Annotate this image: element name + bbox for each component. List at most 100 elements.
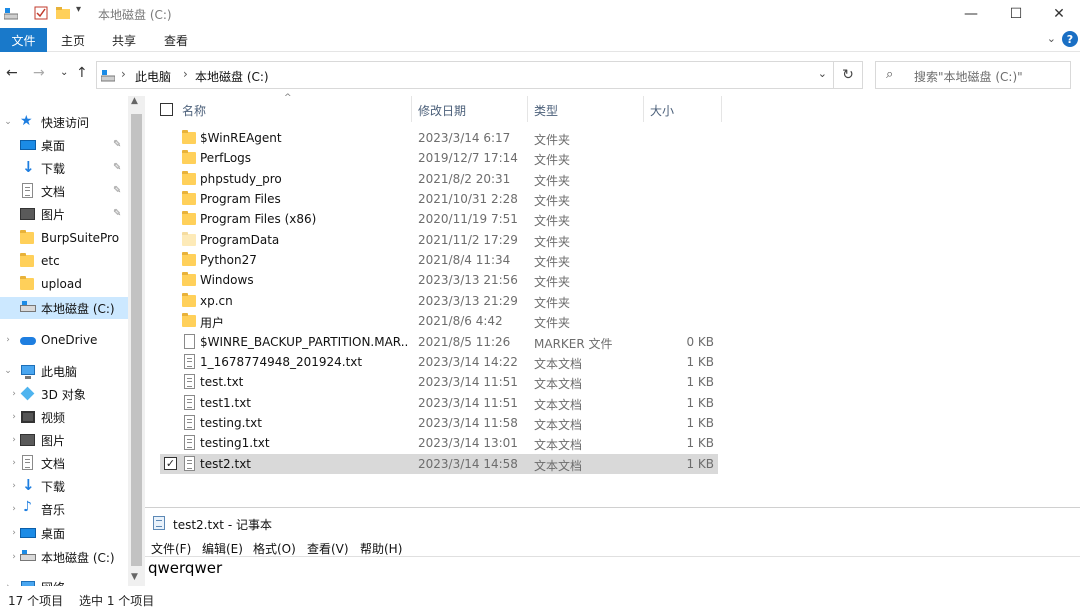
nav-qa-desktop[interactable]: 桌面 <box>0 134 128 156</box>
scroll-up-icon[interactable]: ▲ <box>131 96 138 106</box>
nav-pc-local-disk[interactable]: › 本地磁盘 (C:) <box>0 546 128 568</box>
nav-qa-upload[interactable]: upload <box>0 273 128 295</box>
maximize-button[interactable]: ☐ <box>993 0 1039 28</box>
expand-ribbon-icon[interactable]: ⌄ <box>1047 32 1056 45</box>
scroll-down-icon[interactable]: ▼ <box>131 572 138 582</box>
column-divider[interactable] <box>721 96 722 122</box>
scrollbar-thumb[interactable] <box>131 114 142 566</box>
close-button[interactable]: ✕ <box>1036 0 1080 28</box>
forward-arrow-icon[interactable]: → <box>33 65 45 81</box>
ribbon-tabs: 文件 主页 共享 查看 ⌄ ? <box>0 28 1080 52</box>
column-divider[interactable] <box>527 96 528 122</box>
nav-qa-local-disk[interactable]: 本地磁盘 (C:) <box>0 297 128 319</box>
file-row[interactable]: testing1.txt 2023/3/14 13:01 文本文档 1 KB <box>160 433 718 453</box>
file-row[interactable]: $WinREAgent 2023/3/14 6:17 文件夹 <box>160 128 718 148</box>
tab-file[interactable]: 文件 <box>0 28 47 52</box>
expand-icon[interactable]: › <box>2 335 14 345</box>
menu-format[interactable]: 格式(O) <box>253 540 296 557</box>
address-dropdown-icon[interactable]: ⌄ <box>818 67 827 80</box>
file-row[interactable]: Windows 2023/3/13 21:56 文件夹 <box>160 270 718 290</box>
expand-icon[interactable]: › <box>2 582 14 586</box>
breadcrumb-this-pc[interactable]: 此电脑 <box>135 68 171 85</box>
column-name[interactable]: 名称 <box>182 102 206 119</box>
file-row[interactable]: test.txt 2023/3/14 11:51 文本文档 1 KB <box>160 372 718 392</box>
notepad-text-area[interactable]: qwerqwer <box>145 556 1080 607</box>
nav-pc-documents[interactable]: › 文档 <box>0 452 128 474</box>
tab-home[interactable]: 主页 <box>61 32 85 49</box>
file-row[interactable]: 用户 2021/8/6 4:42 文件夹 <box>160 311 718 331</box>
nav-qa-pictures[interactable]: 图片 <box>0 203 128 225</box>
nav-onedrive[interactable]: › OneDrive <box>0 329 128 351</box>
column-divider[interactable] <box>411 96 412 122</box>
nav-qa-burpsuitepro[interactable]: BurpSuitePro <box>0 227 128 249</box>
collapse-icon[interactable]: ⌄ <box>2 366 14 376</box>
row-checkbox[interactable]: ✓ <box>164 456 177 470</box>
address-bar[interactable]: › 此电脑 › 本地磁盘 (C:) ⌄ <box>96 61 834 89</box>
nav-label: 快速访问 <box>41 115 90 130</box>
nav-quick-access[interactable]: ⌄ ★ 快速访问 <box>0 111 128 133</box>
file-row[interactable]: phpstudy_pro 2021/8/2 20:31 文件夹 <box>160 169 718 189</box>
nav-pc-downloads[interactable]: › ↓ 下载 <box>0 475 128 497</box>
file-row[interactable]: ✓ test2.txt 2023/3/14 14:58 文本文档 1 KB <box>160 453 718 474</box>
file-row[interactable]: test1.txt 2023/3/14 11:51 文本文档 1 KB <box>160 393 718 413</box>
expand-icon[interactable]: › <box>8 435 20 445</box>
help-icon[interactable]: ? <box>1062 31 1078 47</box>
file-row[interactable]: 1_1678774948_201924.txt 2023/3/14 14:22 文本… <box>160 352 718 372</box>
breadcrumb-separator[interactable]: › <box>183 67 188 81</box>
expand-icon[interactable]: › <box>8 552 20 562</box>
collapse-icon[interactable]: ⌄ <box>2 117 14 127</box>
nav-pc-desktop[interactable]: › 桌面 <box>0 522 128 544</box>
nav-network[interactable]: › 网络 <box>0 576 128 586</box>
file-size: 1 KB <box>686 436 714 451</box>
search-box[interactable]: ⌕ 搜索"本地磁盘 (C:)" <box>875 61 1071 89</box>
properties-icon[interactable] <box>34 6 48 23</box>
minimize-button[interactable]: — <box>948 0 994 28</box>
nav-pc-videos[interactable]: › 视频 <box>0 406 128 428</box>
customize-qa-icon[interactable]: ▾ <box>76 4 81 15</box>
file-row[interactable]: PerfLogs 2019/12/7 17:14 文件夹 <box>160 148 718 168</box>
nav-this-pc[interactable]: ⌄ 此电脑 <box>0 360 128 382</box>
folder-icon <box>20 253 36 269</box>
up-arrow-icon[interactable]: ↑ <box>76 65 88 81</box>
back-arrow-icon[interactable]: ← <box>6 65 18 81</box>
expand-icon[interactable]: › <box>8 458 20 468</box>
select-all-checkbox[interactable] <box>160 103 173 116</box>
menu-view[interactable]: 查看(V) <box>307 540 349 557</box>
menu-file[interactable]: 文件(F) <box>151 540 191 557</box>
file-row[interactable]: ProgramData 2021/11/2 17:29 文件夹 <box>160 230 718 250</box>
column-divider[interactable] <box>643 96 644 122</box>
breadcrumb-separator[interactable]: › <box>121 67 126 81</box>
menu-edit[interactable]: 编辑(E) <box>202 540 243 557</box>
new-folder-icon[interactable] <box>56 6 70 23</box>
nav-qa-downloads[interactable]: ↓ 下载 <box>0 157 128 179</box>
expand-icon[interactable]: › <box>8 528 20 538</box>
expand-icon[interactable]: › <box>8 481 20 491</box>
file-row[interactable]: Program Files 2021/10/31 2:28 文件夹 <box>160 189 718 209</box>
file-type: 文本文档 <box>534 356 583 371</box>
tab-share[interactable]: 共享 <box>112 32 136 49</box>
column-date[interactable]: 修改日期 <box>418 102 466 119</box>
nav-qa-documents[interactable]: 文档 <box>0 180 128 202</box>
file-row[interactable]: $WINRE_BACKUP_PARTITION.MAR... 2021/8/5 1… <box>160 332 718 352</box>
file-row[interactable]: xp.cn 2023/3/13 21:29 文件夹 <box>160 291 718 311</box>
file-row[interactable]: Program Files (x86) 2020/11/19 7:51 文件夹 <box>160 209 718 229</box>
column-type[interactable]: 类型 <box>534 102 558 119</box>
breadcrumb-local-disk[interactable]: 本地磁盘 (C:) <box>195 68 269 85</box>
expand-icon[interactable]: › <box>8 412 20 422</box>
recent-locations-icon[interactable]: ⌄ <box>60 67 68 78</box>
column-size[interactable]: 大小 <box>650 102 674 119</box>
notepad-content[interactable]: qwerqwer <box>148 559 222 577</box>
expand-icon[interactable]: › <box>8 504 20 514</box>
nav-pc-3d-objects[interactable]: › 3D 对象 <box>0 383 128 405</box>
nav-pc-music[interactable]: › ♪ 音乐 <box>0 498 128 520</box>
file-row[interactable]: Python27 2021/8/4 11:34 文件夹 <box>160 250 718 270</box>
tab-view[interactable]: 查看 <box>164 32 188 49</box>
nav-pc-pictures[interactable]: › 图片 <box>0 429 128 451</box>
expand-icon[interactable]: › <box>8 389 20 399</box>
nav-scrollbar[interactable]: ▲ ▼ <box>128 96 145 586</box>
refresh-button[interactable]: ↻ <box>833 61 863 89</box>
text-file-icon <box>182 414 198 431</box>
file-row[interactable]: testing.txt 2023/3/14 11:58 文本文档 1 KB <box>160 413 718 433</box>
menu-help[interactable]: 帮助(H) <box>360 540 402 557</box>
nav-qa-etc[interactable]: etc <box>0 250 128 272</box>
